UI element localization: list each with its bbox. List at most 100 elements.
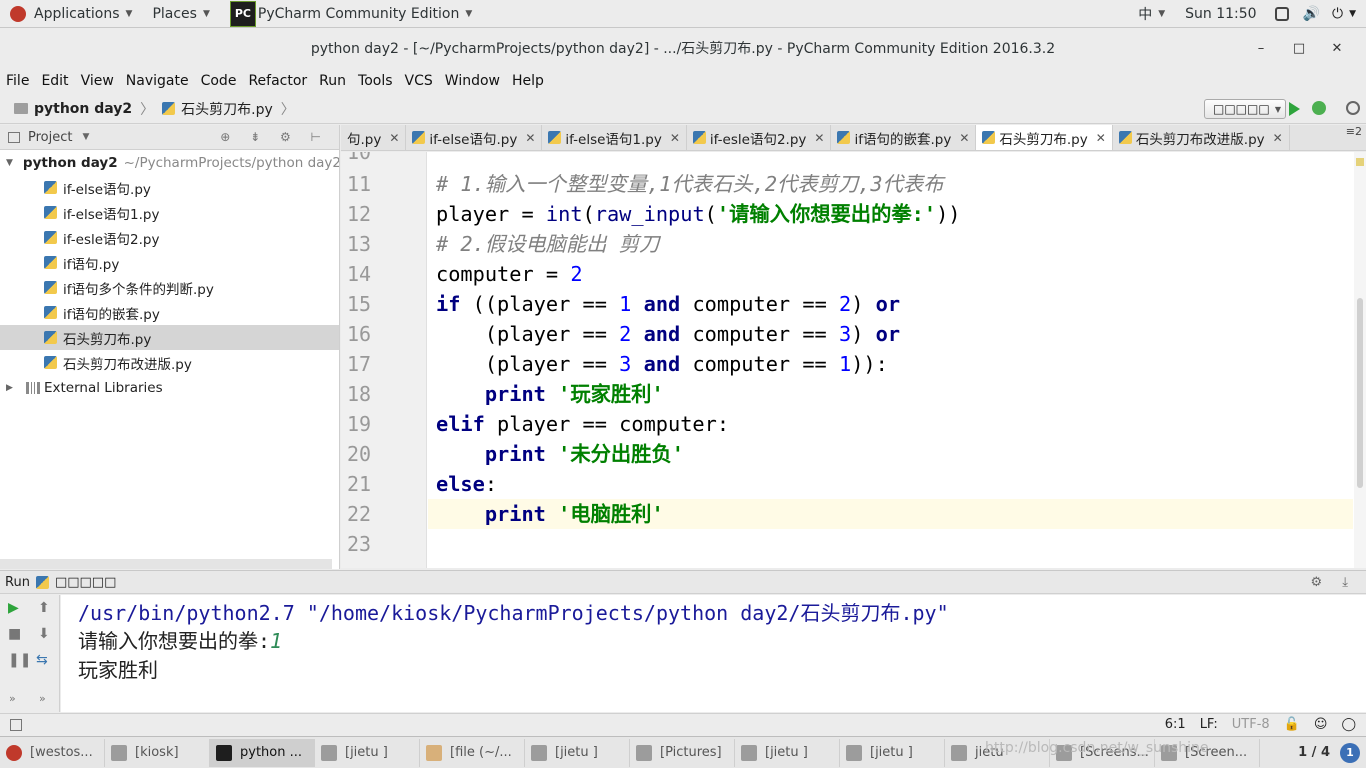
tab-active-file[interactable]: 石头剪刀布.py ✕ <box>976 125 1113 150</box>
horizontal-scrollbar[interactable] <box>0 559 332 569</box>
error-stripe[interactable] <box>1354 152 1366 568</box>
close-icon[interactable]: ✕ <box>1096 131 1106 145</box>
run-icon[interactable] <box>1289 102 1300 116</box>
menu-edit[interactable]: Edit <box>35 73 74 89</box>
line-number: 18 <box>347 382 372 406</box>
tree-root-node[interactable]: ▼ python day2 ~/PycharmProjects/python d… <box>0 150 339 175</box>
run-config-label: □□□□□ <box>1213 102 1270 116</box>
clock[interactable]: Sun 11:50 <box>1175 0 1266 28</box>
code-text: (player == <box>436 322 620 346</box>
close-window-button[interactable]: ✕ <box>1318 41 1356 56</box>
menu-run[interactable]: Run <box>313 73 352 89</box>
terminal-icon <box>531 744 547 761</box>
tree-file-item[interactable]: 石头剪刀布改进版.py <box>0 350 339 375</box>
file-encoding[interactable]: UTF-8 <box>1232 717 1270 732</box>
close-icon[interactable]: ✕ <box>1273 131 1283 145</box>
run-configuration-select[interactable]: □□□□□ ▼ <box>1204 99 1286 119</box>
tab-if-nested[interactable]: if语句的嵌套.py ✕ <box>831 125 977 150</box>
volume-icon[interactable]: 🔊 <box>1303 6 1320 22</box>
caret-position[interactable]: 6:1 <box>1165 717 1186 732</box>
input-method-indicator[interactable]: 中 ▼ <box>1128 0 1175 28</box>
event-log-icon[interactable]: ◯ <box>1341 717 1356 732</box>
taskbar-item-active[interactable]: python ... <box>210 738 315 767</box>
minimize-button[interactable]: – <box>1242 41 1280 56</box>
tab-overflow-button[interactable]: ≡2 <box>1342 125 1366 150</box>
menu-view[interactable]: View <box>75 73 120 89</box>
workspace-pager[interactable]: 1 / 4 1 <box>1298 742 1360 763</box>
applications-menu[interactable]: Applications ▼ <box>0 0 142 28</box>
warning-marker[interactable] <box>1356 158 1364 166</box>
rerun-icon[interactable]: ▶ <box>8 600 19 616</box>
screen-icon[interactable] <box>1274 6 1289 21</box>
run-panel-tools[interactable]: ⚙ ⤓ <box>1310 575 1356 590</box>
debug-icon[interactable] <box>1312 101 1326 115</box>
close-icon[interactable]: ✕ <box>670 131 680 145</box>
tab-if-esle-2[interactable]: if-esle语句2.py ✕ <box>687 125 832 150</box>
taskbar-item[interactable]: [file (~/... <box>420 738 525 767</box>
menu-file[interactable]: File <box>0 73 35 89</box>
menu-window[interactable]: Window <box>439 73 506 89</box>
inspector-icon[interactable]: ☺ <box>1314 717 1328 732</box>
lock-icon[interactable]: 🔓 <box>1284 717 1300 732</box>
tree-file-item[interactable]: if-else语句1.py <box>0 200 339 225</box>
breadcrumb-project[interactable]: python day2 <box>0 101 136 117</box>
notification-badge[interactable]: 1 <box>1340 742 1360 763</box>
run-console-output[interactable]: /usr/bin/python2.7 "/home/kiosk/PycharmP… <box>61 595 1366 712</box>
chevron-down-icon[interactable]: ▼ <box>1349 9 1356 19</box>
expand-triangle-icon[interactable]: ▶ <box>6 383 18 393</box>
menu-help[interactable]: Help <box>506 73 550 89</box>
app-menu[interactable]: PC PyCharm Community Edition ▼ <box>220 0 482 28</box>
tab-partial[interactable]: 句.py ✕ <box>341 125 407 150</box>
taskbar-item[interactable]: [jietu ] <box>735 738 840 767</box>
tool-window-toggle-icon[interactable] <box>10 718 22 731</box>
tab-if-else[interactable]: if-else语句.py ✕ <box>406 125 543 150</box>
menu-vcs[interactable]: VCS <box>399 73 439 89</box>
line-separator[interactable]: LF: <box>1200 717 1218 732</box>
taskbar-item[interactable]: [jietu ] <box>525 738 630 767</box>
tree-external-libraries[interactable]: ▶ External Libraries <box>0 375 339 400</box>
menu-navigate[interactable]: Navigate <box>120 73 195 89</box>
run-panel-header: Run □□□□□ ⚙ ⤓ <box>0 570 1366 594</box>
code-editor[interactable]: 10 11 12 13 14 15 16 17 18 19 20 21 22 2… <box>341 152 1366 568</box>
taskbar-item[interactable]: [jietu ] <box>315 738 420 767</box>
tree-file-item-selected[interactable]: 石头剪刀布.py <box>0 325 339 350</box>
project-view-label[interactable]: Project <box>28 130 72 145</box>
places-menu[interactable]: Places ▼ <box>142 0 219 28</box>
maximize-button[interactable]: □ <box>1280 41 1318 56</box>
soft-wrap-icon[interactable]: ⇆ <box>36 652 48 668</box>
pause-icon[interactable]: ❚❚ <box>8 652 31 668</box>
chevron-down-icon: ▼ <box>465 8 473 19</box>
menu-tools[interactable]: Tools <box>352 73 399 89</box>
project-panel-tools[interactable]: ⊕ ⇟ ⚙ ⊢ <box>220 130 329 144</box>
tree-file-item[interactable]: if语句的嵌套.py <box>0 300 339 325</box>
more-icon[interactable]: » <box>9 692 16 705</box>
taskbar-item-label: [jietu ] <box>555 745 598 760</box>
tree-file-item[interactable]: if语句多个条件的判断.py <box>0 275 339 300</box>
taskbar-item[interactable]: [westos... <box>0 738 105 767</box>
tab-if-else-1[interactable]: if-else语句1.py ✕ <box>542 125 687 150</box>
taskbar-item[interactable]: [kiosk] <box>105 738 210 767</box>
tree-file-item[interactable]: if-esle语句2.py <box>0 225 339 250</box>
taskbar-item[interactable]: [Pictures] <box>630 738 735 767</box>
menu-refactor[interactable]: Refactor <box>242 73 313 89</box>
power-icon[interactable]: ⏻ <box>1332 6 1343 22</box>
arrow-up-icon[interactable]: ⬆ <box>38 600 50 616</box>
breadcrumb-file[interactable]: 石头剪刀布.py <box>158 99 277 119</box>
close-icon[interactable]: ✕ <box>389 131 399 145</box>
arrow-down-icon[interactable]: ⬇ <box>38 626 50 642</box>
close-icon[interactable]: ✕ <box>525 131 535 145</box>
close-icon[interactable]: ✕ <box>814 131 824 145</box>
expand-triangle-icon[interactable]: ▼ <box>6 158 13 168</box>
stop-icon[interactable]: ■ <box>8 626 21 642</box>
tab-improved-file[interactable]: 石头剪刀布改进版.py ✕ <box>1113 125 1290 150</box>
tree-file-item[interactable]: if语句.py <box>0 250 339 275</box>
more-icon[interactable]: » <box>39 692 46 705</box>
vertical-scrollbar-thumb[interactable] <box>1357 298 1363 488</box>
menu-code[interactable]: Code <box>195 73 243 89</box>
close-icon[interactable]: ✕ <box>959 131 969 145</box>
tree-file-item[interactable]: if-else语句.py <box>0 175 339 200</box>
search-icon[interactable] <box>1346 101 1360 115</box>
code-line: print '未分出胜负' <box>436 439 684 469</box>
chevron-down-icon[interactable]: ▼ <box>82 132 89 142</box>
taskbar-item[interactable]: [jietu ] <box>840 738 945 767</box>
